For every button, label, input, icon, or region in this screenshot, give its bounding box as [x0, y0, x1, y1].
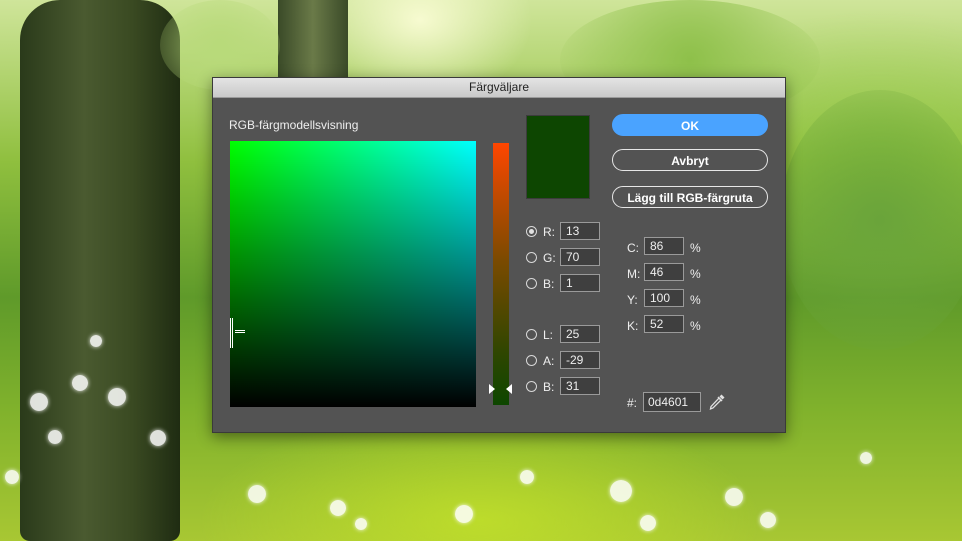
lab-b-label: B:	[543, 380, 555, 394]
m-label: M:	[627, 267, 641, 281]
dandelion	[520, 470, 534, 484]
b-input[interactable]: 1	[560, 274, 600, 292]
dandelion	[48, 430, 62, 444]
l-input[interactable]: 25	[560, 325, 600, 343]
g-label: G:	[543, 251, 556, 265]
current-color-swatch	[526, 115, 590, 199]
hex-input[interactable]: 0d4601	[643, 392, 701, 412]
radio-a[interactable]	[526, 355, 537, 366]
dialog-title: Färgväljare	[213, 78, 785, 98]
radio-lab-b[interactable]	[526, 381, 537, 392]
r-input[interactable]: 13	[560, 222, 600, 240]
lab-b-input[interactable]: 31	[560, 377, 600, 395]
dandelion	[108, 388, 126, 406]
add-rgb-swatch-button[interactable]: Lägg till RGB-färgruta	[612, 186, 768, 208]
y-label: Y:	[627, 293, 638, 307]
c-input[interactable]: 86	[644, 237, 684, 255]
k-label: K:	[627, 319, 639, 333]
y-unit: %	[690, 293, 701, 307]
dandelion	[150, 430, 166, 446]
cancel-button[interactable]: Avbryt	[612, 149, 768, 171]
ok-button[interactable]: OK	[612, 114, 768, 136]
k-input[interactable]: 52	[644, 315, 684, 333]
y-input[interactable]: 100	[644, 289, 684, 307]
radio-b[interactable]	[526, 278, 537, 289]
b-label: B:	[543, 277, 555, 291]
a-input[interactable]: -29	[560, 351, 600, 369]
dandelion	[355, 518, 367, 530]
dandelion	[90, 335, 102, 347]
l-label: L:	[543, 328, 554, 342]
tree-trunk	[20, 0, 180, 541]
a-label: A:	[543, 354, 555, 368]
r-label: R:	[543, 225, 555, 239]
c-label: C:	[627, 241, 639, 255]
radio-g[interactable]	[526, 252, 537, 263]
dandelion	[725, 488, 743, 506]
dandelion	[72, 375, 88, 391]
slider-handle-left-icon[interactable]	[489, 384, 495, 394]
dandelion	[330, 500, 346, 516]
dandelion	[610, 480, 632, 502]
tree-trunk	[278, 0, 348, 80]
dandelion	[640, 515, 656, 531]
c-unit: %	[690, 241, 701, 255]
color-picker-dialog: Färgväljare RGB-färgmodellsvisning OK Av…	[212, 77, 786, 433]
dandelion	[860, 452, 872, 464]
m-unit: %	[690, 267, 701, 281]
dandelion	[30, 393, 48, 411]
color-field-cursor[interactable]	[229, 318, 247, 348]
hex-label: #:	[627, 396, 638, 410]
radio-l[interactable]	[526, 329, 537, 340]
foliage	[780, 90, 962, 350]
g-input[interactable]: 70	[560, 248, 600, 266]
dandelion	[455, 505, 473, 523]
color-slider[interactable]	[493, 143, 509, 405]
dandelion	[760, 512, 776, 528]
slider-handle-right-icon[interactable]	[506, 384, 512, 394]
color-field[interactable]	[230, 141, 476, 407]
color-model-label: RGB-färgmodellsvisning	[229, 118, 359, 132]
radio-r[interactable]	[526, 226, 537, 237]
dandelion	[5, 470, 19, 484]
k-unit: %	[690, 319, 701, 333]
eyedropper-icon[interactable]	[707, 392, 727, 412]
m-input[interactable]: 46	[644, 263, 684, 281]
dandelion	[248, 485, 266, 503]
